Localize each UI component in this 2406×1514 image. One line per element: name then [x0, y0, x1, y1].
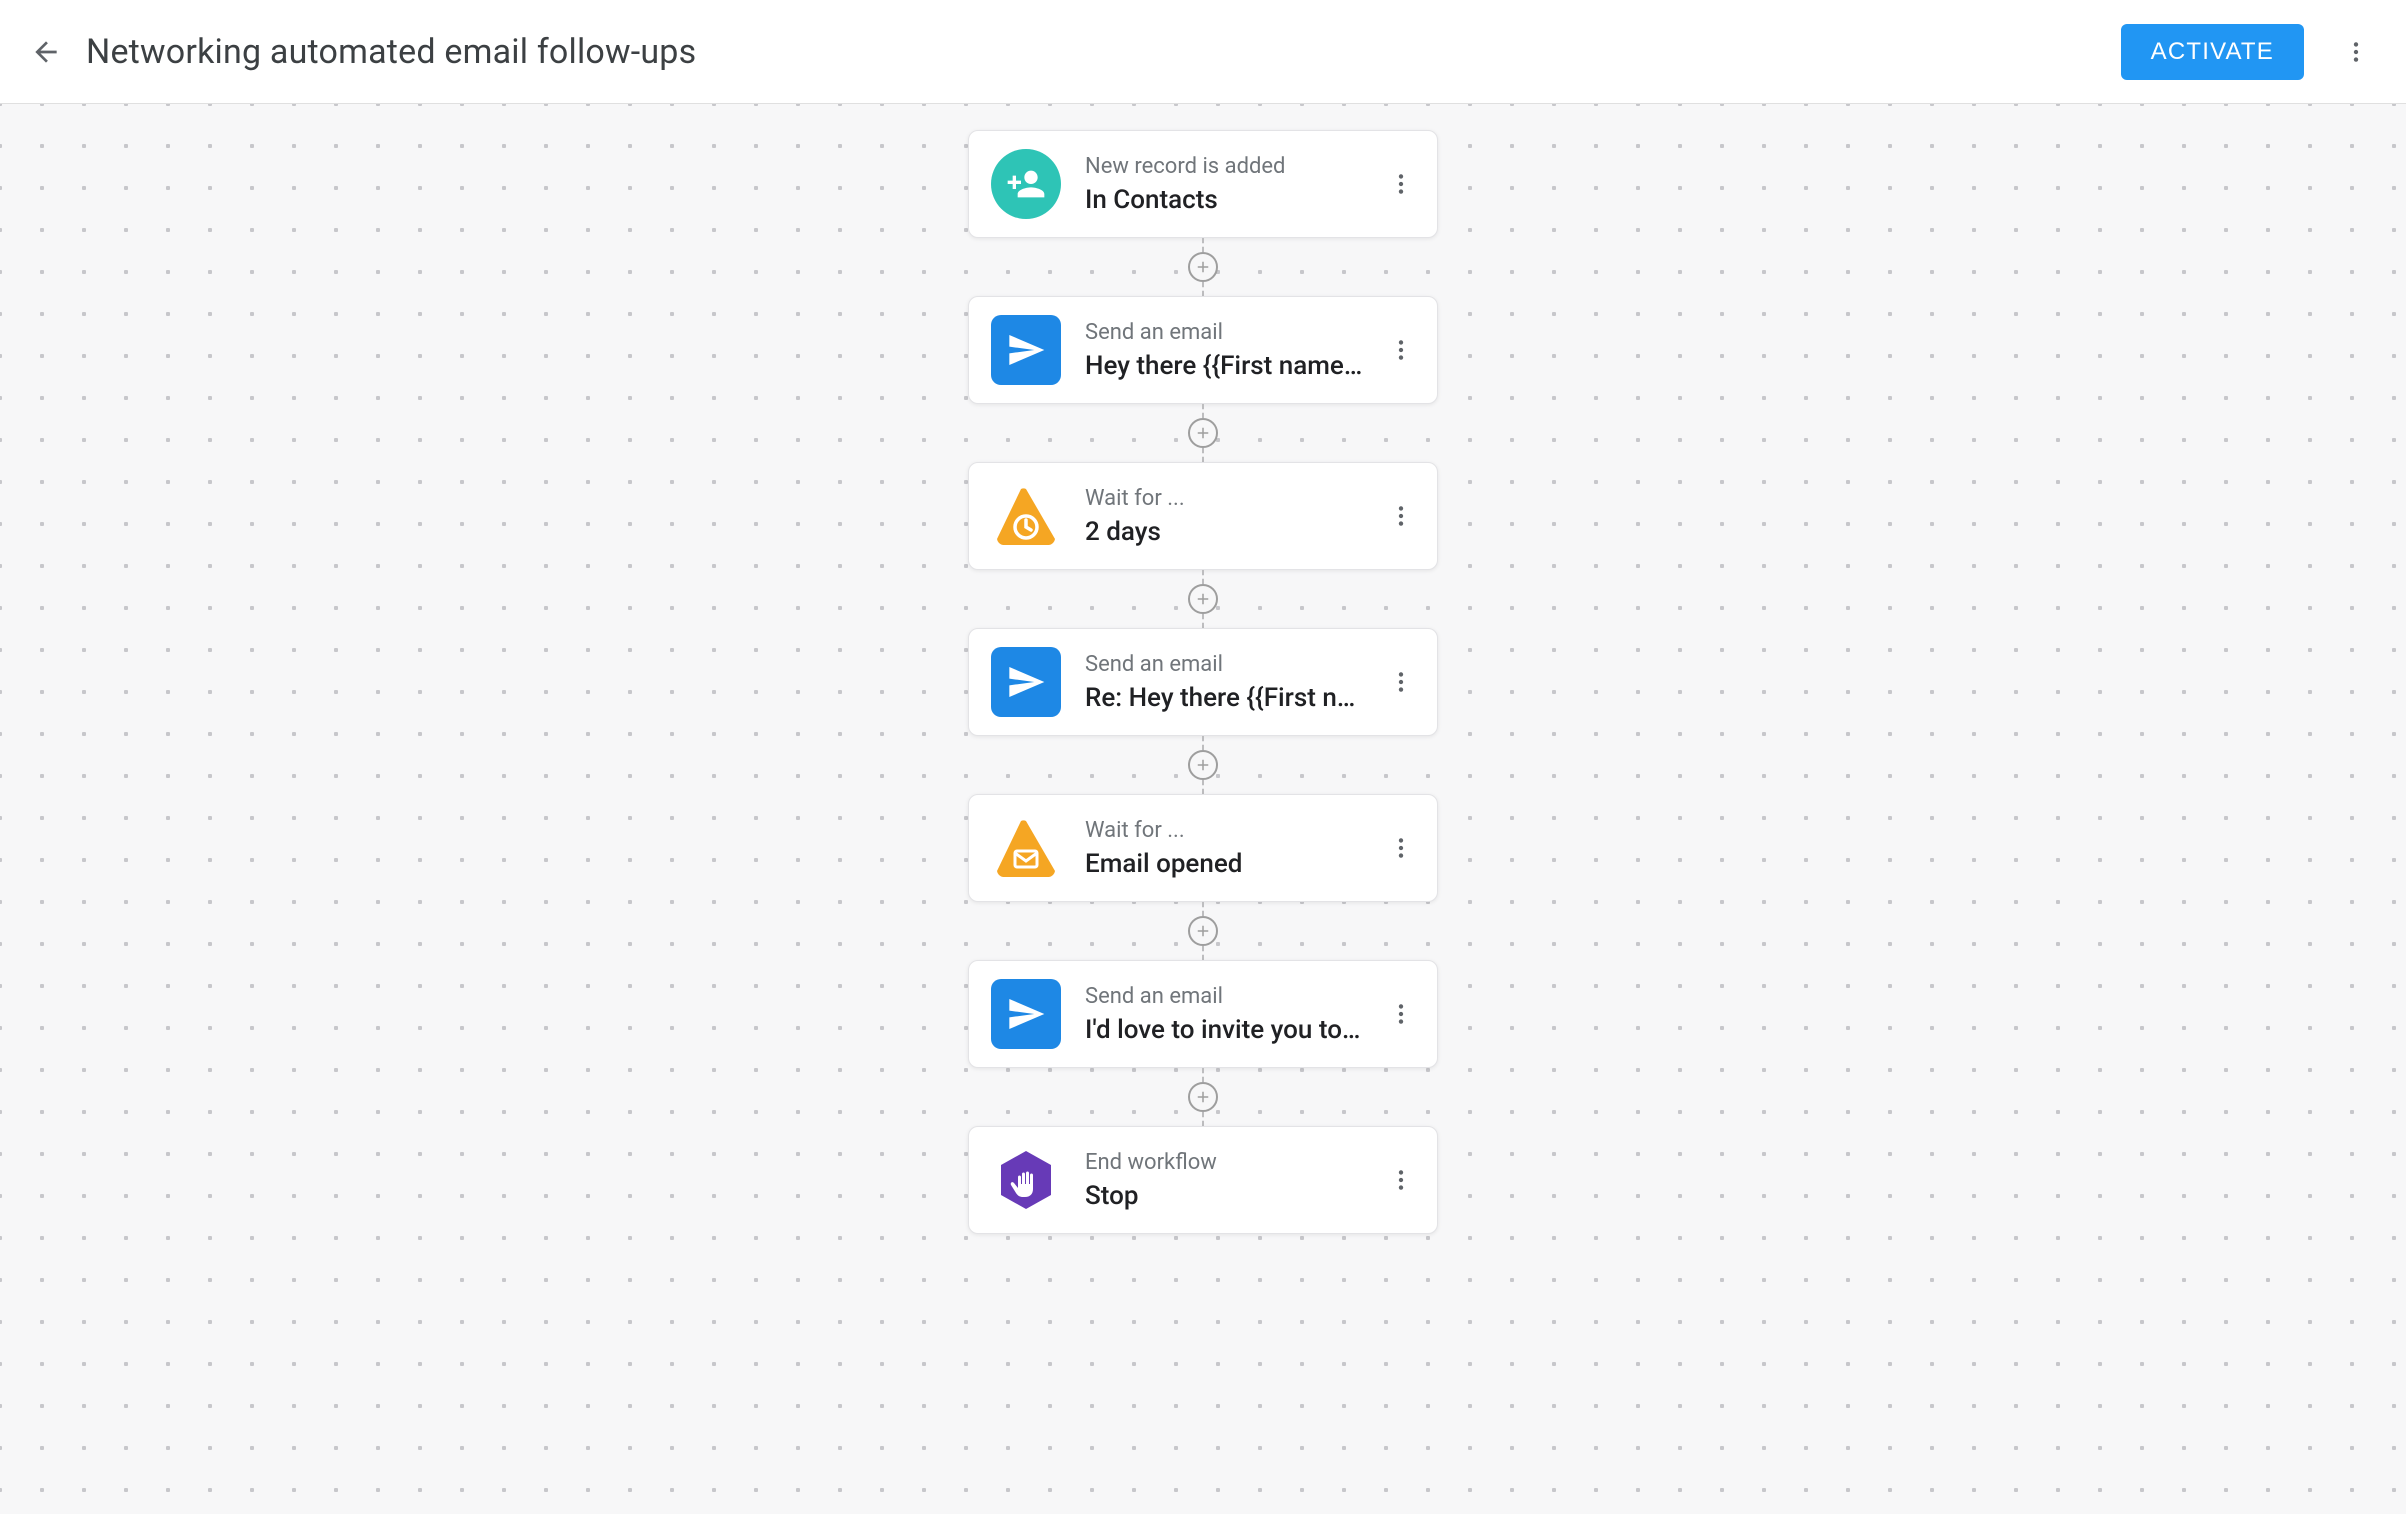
node-more-button[interactable]	[1379, 1158, 1423, 1202]
add-step-button[interactable]	[1188, 584, 1218, 614]
node-value: I'd love to invite you to…	[1085, 1015, 1379, 1045]
node-wait-email-opened[interactable]: Wait for ... Email opened	[968, 794, 1438, 902]
back-button[interactable]	[24, 30, 68, 74]
node-value: Email opened	[1085, 849, 1379, 879]
node-label: Wait for ...	[1085, 486, 1379, 511]
node-more-button[interactable]	[1379, 992, 1423, 1036]
plus-icon	[1194, 1088, 1212, 1106]
node-value: 2 days	[1085, 517, 1379, 547]
add-step-button[interactable]	[1188, 1082, 1218, 1112]
add-step-button[interactable]	[1188, 252, 1218, 282]
node-more-button[interactable]	[1379, 660, 1423, 704]
connector	[1188, 736, 1218, 794]
connector	[1188, 404, 1218, 462]
node-send-email-3[interactable]: Send an email I'd love to invite you to…	[968, 960, 1438, 1068]
connector	[1188, 570, 1218, 628]
plus-icon	[1194, 756, 1212, 774]
wait-clock-icon	[991, 481, 1061, 551]
node-value: In Contacts	[1085, 185, 1379, 215]
node-trigger-contacts[interactable]: New record is added In Contacts	[968, 130, 1438, 238]
node-label: Wait for ...	[1085, 818, 1379, 843]
node-text: Send an email I'd love to invite you to…	[1085, 984, 1379, 1045]
node-wait-2days[interactable]: Wait for ... 2 days	[968, 462, 1438, 570]
workflow-canvas[interactable]: New record is added In Contacts Send an …	[0, 104, 2406, 1514]
plus-icon	[1194, 258, 1212, 276]
connector	[1188, 902, 1218, 960]
node-send-email-2[interactable]: Send an email Re: Hey there {{First n…	[968, 628, 1438, 736]
node-text: Wait for ... 2 days	[1085, 486, 1379, 547]
send-icon	[991, 979, 1061, 1049]
node-text: Send an email Re: Hey there {{First n…	[1085, 652, 1379, 713]
node-value: Re: Hey there {{First n…	[1085, 683, 1379, 713]
node-more-button[interactable]	[1379, 494, 1423, 538]
plus-icon	[1194, 424, 1212, 442]
node-value: Hey there {{First name…	[1085, 351, 1379, 381]
node-label: New record is added	[1085, 154, 1379, 179]
header-bar: Networking automated email follow-ups AC…	[0, 0, 2406, 104]
node-send-email-1[interactable]: Send an email Hey there {{First name…	[968, 296, 1438, 404]
person-add-icon	[991, 149, 1061, 219]
more-vert-icon	[2343, 39, 2369, 65]
connector	[1188, 1068, 1218, 1126]
plus-icon	[1194, 922, 1212, 940]
node-more-button[interactable]	[1379, 162, 1423, 206]
node-value: Stop	[1085, 1181, 1379, 1211]
add-step-button[interactable]	[1188, 916, 1218, 946]
plus-icon	[1194, 590, 1212, 608]
node-text: End workflow Stop	[1085, 1150, 1379, 1211]
node-label: Send an email	[1085, 984, 1379, 1009]
send-icon	[991, 647, 1061, 717]
connector	[1188, 238, 1218, 296]
add-step-button[interactable]	[1188, 750, 1218, 780]
add-step-button[interactable]	[1188, 418, 1218, 448]
node-label: End workflow	[1085, 1150, 1379, 1175]
send-icon	[991, 315, 1061, 385]
activate-button[interactable]: ACTIVATE	[2121, 24, 2304, 80]
node-more-button[interactable]	[1379, 328, 1423, 372]
node-text: New record is added In Contacts	[1085, 154, 1379, 215]
node-text: Wait for ... Email opened	[1085, 818, 1379, 879]
node-label: Send an email	[1085, 320, 1379, 345]
arrow-left-icon	[30, 36, 62, 68]
header-more-button[interactable]	[2334, 30, 2378, 74]
node-label: Send an email	[1085, 652, 1379, 677]
stop-hand-icon	[991, 1145, 1061, 1215]
workflow-flow: New record is added In Contacts Send an …	[968, 130, 1438, 1234]
node-more-button[interactable]	[1379, 826, 1423, 870]
node-end-workflow[interactable]: End workflow Stop	[968, 1126, 1438, 1234]
node-text: Send an email Hey there {{First name…	[1085, 320, 1379, 381]
wait-mail-icon	[991, 813, 1061, 883]
page-title: Networking automated email follow-ups	[86, 32, 2121, 72]
